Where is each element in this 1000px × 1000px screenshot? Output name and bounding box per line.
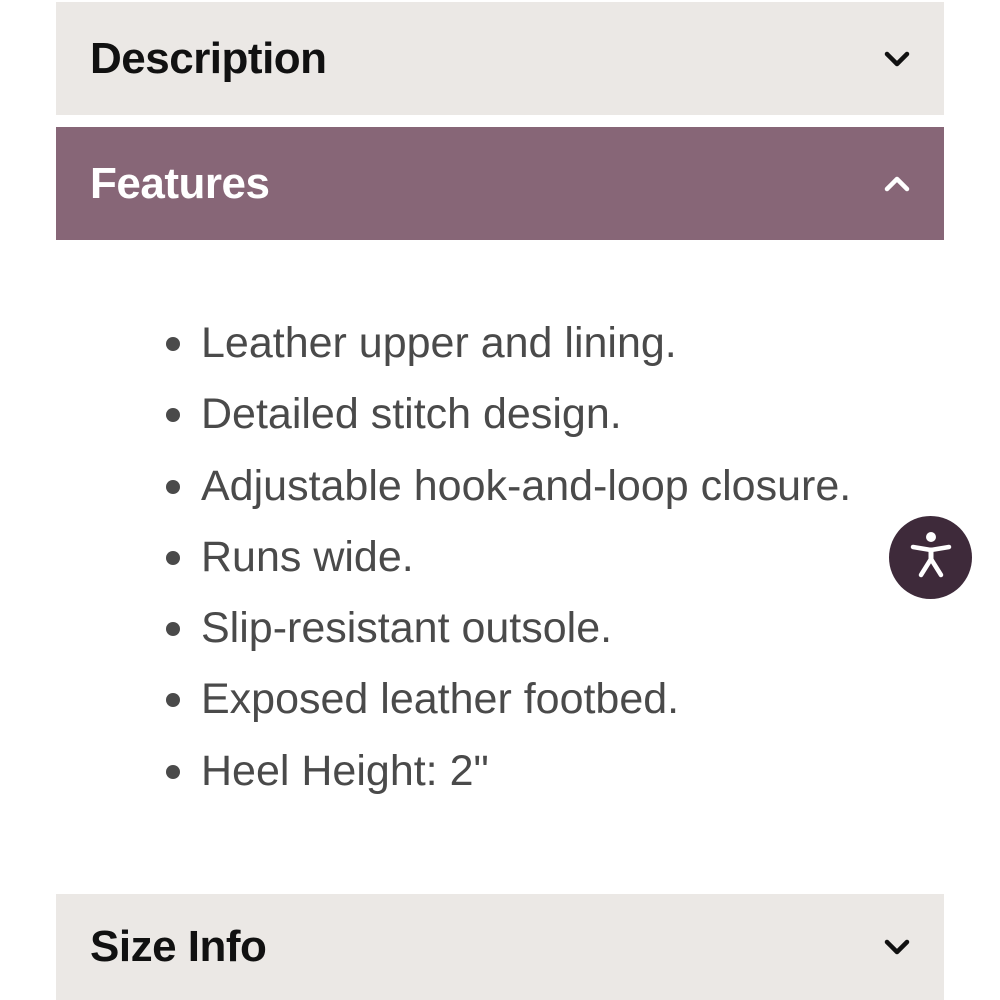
feature-text: Slip-resistant outsole.: [201, 604, 613, 653]
chevron-up-icon: [882, 169, 912, 199]
accordion-header-size-info[interactable]: Size Info: [56, 894, 944, 1000]
chevron-down-icon: [882, 932, 912, 962]
feature-text: Exposed leather footbed.: [201, 675, 680, 724]
bullet-icon: [166, 622, 180, 637]
feature-text: Adjustable hook-and-loop closure.: [201, 461, 852, 510]
accessibility-button[interactable]: [889, 516, 972, 599]
bullet-icon: [166, 550, 180, 565]
accordion-header-features[interactable]: Features: [56, 127, 944, 240]
chevron-down-icon: [882, 44, 912, 74]
feature-list-item: Runs wide.: [164, 522, 851, 593]
accordion-title-features: Features: [90, 158, 270, 208]
accordion-title-size-info: Size Info: [90, 922, 267, 971]
bullet-icon: [166, 479, 180, 494]
bullet-icon: [166, 337, 180, 351]
accessibility-icon: [905, 529, 957, 586]
feature-list-item: Slip-resistant outsole.: [164, 593, 851, 664]
feature-list-item: Adjustable hook-and-loop closure.: [164, 451, 851, 522]
bullet-icon: [166, 408, 180, 423]
bullet-icon: [166, 764, 180, 779]
feature-text: Leather upper and lining.: [201, 319, 677, 367]
feature-list-item: Leather upper and lining.: [164, 308, 851, 379]
features-list: Leather upper and lining. Detailed stitch…: [164, 308, 851, 807]
product-details-accordion: Description Features Leather upper and l…: [0, 0, 1000, 1000]
accordion-header-description[interactable]: Description: [56, 2, 944, 115]
feature-list-item: Exposed leather footbed.: [164, 664, 851, 735]
feature-text: Detailed stitch design.: [201, 390, 622, 439]
feature-list-item: Detailed stitch design.: [164, 379, 851, 450]
feature-text: Runs wide.: [201, 532, 414, 581]
feature-list-item: Heel Height: 2": [164, 736, 851, 807]
bullet-icon: [166, 693, 180, 708]
feature-text: Heel Height: 2": [201, 746, 489, 795]
accordion-title-description: Description: [90, 33, 327, 83]
features-panel: Leather upper and lining. Detailed stitch…: [56, 240, 944, 880]
